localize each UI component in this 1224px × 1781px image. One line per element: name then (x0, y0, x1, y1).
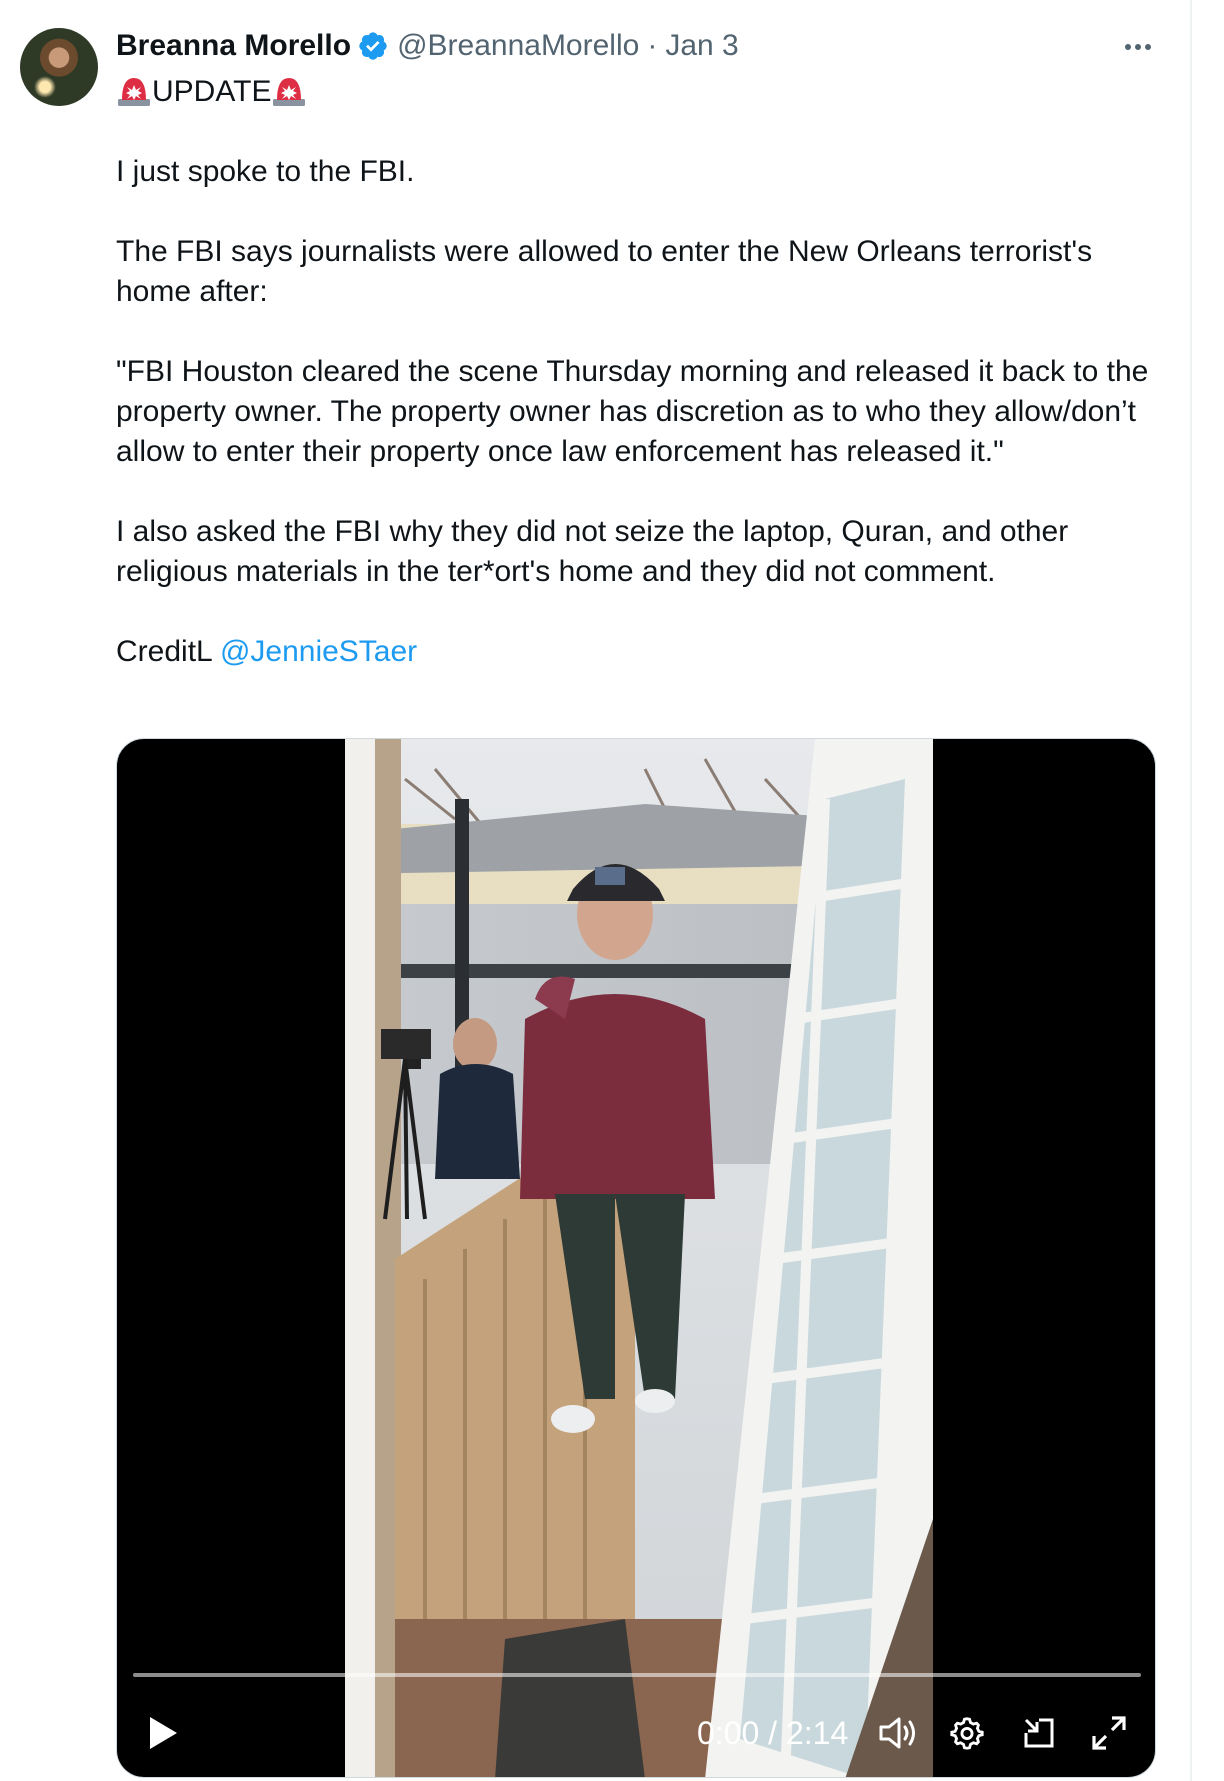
fullscreen-button[interactable] (1085, 1709, 1133, 1757)
tweet-text: UPDATE I just spoke to the FBI. The FBI … (116, 72, 1156, 672)
update-line: UPDATE (116, 72, 1156, 112)
more-dot (1145, 44, 1151, 50)
avatar-highlight (34, 76, 56, 98)
paragraph-2: The FBI says journalists were allowed to… (116, 235, 1093, 308)
more-dot (1135, 44, 1141, 50)
volume-icon (879, 1717, 915, 1749)
video-frame (345, 739, 933, 1777)
picture-in-picture-icon (1024, 1718, 1054, 1748)
play-icon (150, 1717, 177, 1749)
paragraph-quote: "FBI Houston cleared the scene Thursday … (116, 355, 1149, 468)
more-options-icon[interactable] (1118, 30, 1158, 64)
police-light-emoji-icon (116, 73, 152, 107)
video-controls: 0:00 / 2:14 (117, 1689, 1155, 1777)
tweet-header: Breanna Morello @BreannaMorello · Jan 3 (116, 26, 739, 66)
settings-button[interactable] (943, 1709, 991, 1757)
update-label: UPDATE (152, 75, 272, 108)
play-button[interactable] (139, 1709, 187, 1757)
timeline-divider (1190, 0, 1192, 1781)
author-handle[interactable]: @BreannaMorello (397, 29, 639, 63)
more-dot (1125, 44, 1131, 50)
volume-button[interactable] (873, 1709, 925, 1757)
video-still (345, 739, 933, 1777)
author-name[interactable]: Breanna Morello (116, 29, 351, 63)
avatar[interactable] (20, 28, 98, 106)
video-player[interactable]: 0:00 / 2:14 (116, 738, 1156, 1778)
paragraph-4: I also asked the FBI why they did not se… (116, 515, 1069, 588)
fullscreen-icon (1092, 1716, 1126, 1750)
credit-prefix: CreditL (116, 635, 220, 668)
tweet[interactable]: Breanna Morello @BreannaMorello · Jan 3 … (0, 0, 1190, 1781)
paragraph-1: I just spoke to the FBI. (116, 155, 415, 188)
video-progress-bar[interactable] (133, 1673, 1141, 1677)
police-light-emoji-icon (271, 73, 307, 107)
picture-in-picture-button[interactable] (1015, 1709, 1063, 1757)
gear-icon (950, 1717, 984, 1750)
separator-dot: · (647, 29, 658, 62)
verified-badge-icon[interactable] (357, 30, 389, 62)
video-time-display: 0:00 / 2:14 (697, 1715, 849, 1751)
credit-mention-link[interactable]: @JennieSTaer (220, 635, 417, 668)
tweet-date[interactable]: Jan 3 (665, 29, 738, 63)
credit-line: CreditL @JennieSTaer (116, 632, 1156, 672)
